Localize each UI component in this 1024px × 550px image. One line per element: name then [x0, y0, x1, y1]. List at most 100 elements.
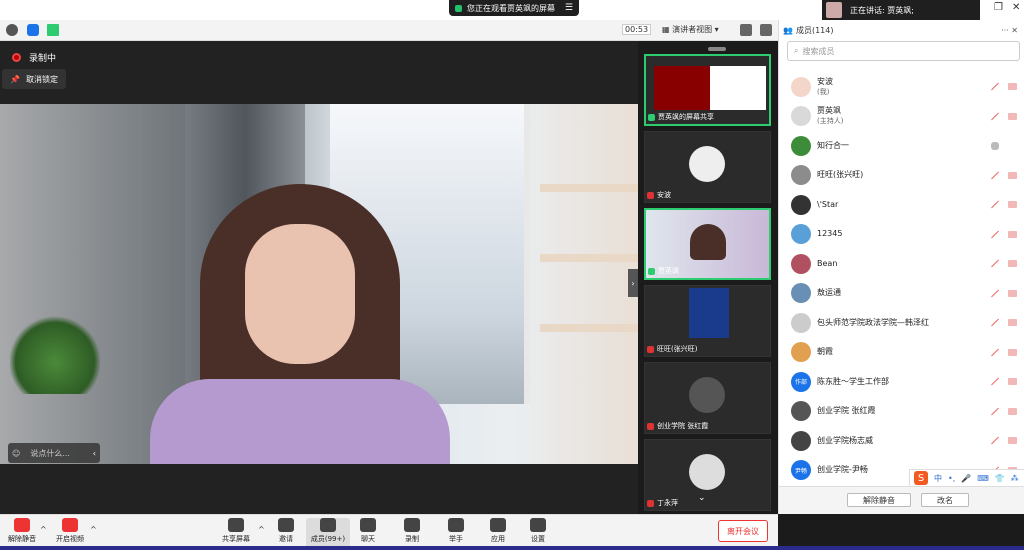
mic-muted-icon[interactable] — [991, 378, 999, 386]
chat-label: 聊天 — [361, 535, 375, 543]
mic-muted-icon[interactable] — [991, 408, 999, 416]
member-row[interactable]: 安波 (我) — [779, 72, 1024, 102]
member-row[interactable]: 知行合一 — [779, 131, 1024, 161]
signal-icon[interactable] — [47, 24, 59, 36]
raise-button[interactable]: 举手 — [434, 518, 478, 548]
member-row[interactable]: Bean — [779, 249, 1024, 279]
ime-chinese[interactable]: 中 — [934, 473, 942, 484]
record-button[interactable]: 录制 — [390, 518, 434, 548]
shirt-icon[interactable]: 👕 — [995, 474, 1005, 483]
chevron-left-icon[interactable]: ‹ — [93, 449, 96, 458]
emoji-icon[interactable]: ☺ — [12, 449, 20, 458]
member-text: 贾英飒 (主持人) — [817, 106, 843, 126]
apps-button[interactable]: 应用 — [476, 518, 520, 548]
rename-button[interactable]: 改名 — [921, 493, 969, 507]
camera-off-icon[interactable] — [1008, 260, 1017, 267]
collapse-gallery-button[interactable]: › — [628, 269, 638, 297]
apps-label: 应用 — [491, 535, 505, 543]
camera-off-icon[interactable] — [1008, 407, 1017, 415]
members-button[interactable]: 成员(99+) — [306, 518, 350, 548]
camera-off-icon[interactable] — [1008, 201, 1017, 208]
avatar — [791, 430, 811, 451]
info-icon[interactable] — [6, 24, 18, 36]
record-icon — [404, 518, 420, 532]
camera-off-icon[interactable] — [1008, 289, 1017, 297]
chat-placeholder: 说点什么... — [30, 448, 70, 458]
microphone-icon[interactable]: 🎤 — [961, 474, 971, 483]
chat-button[interactable]: 聊天 — [346, 518, 390, 548]
layout-icon[interactable] — [760, 24, 772, 36]
member-row[interactable]: 旺旺(张兴旺) — [779, 161, 1024, 191]
gallery-tile[interactable]: 贾英飒 — [644, 208, 771, 280]
gallery-tile[interactable]: 贾英飒的屏幕共享 — [644, 54, 771, 126]
taskbar-strip — [0, 546, 1024, 550]
member-name: 旺旺(张兴旺) — [817, 170, 864, 180]
mic-muted-icon — [647, 422, 654, 430]
close-window-icon[interactable]: ✕ — [1012, 2, 1020, 13]
camera-off-icon[interactable] — [1008, 437, 1017, 444]
unmute-button[interactable]: 解除静音 — [0, 518, 44, 548]
camera-off-icon[interactable] — [1008, 319, 1017, 326]
unmute-all-button[interactable]: 解除静音 — [847, 493, 911, 507]
chevron-down-icon[interactable]: ⌄ — [698, 493, 706, 503]
camera-off-icon[interactable] — [1008, 112, 1017, 120]
member-row[interactable]: 作部 陈东胜～学生工作部 — [779, 367, 1024, 397]
keyboard-icon[interactable]: ⌨ — [977, 474, 989, 483]
gallery-scroll-indicator[interactable] — [708, 47, 726, 51]
camera-off-icon[interactable] — [1008, 171, 1017, 179]
mic-muted-icon[interactable] — [991, 231, 999, 239]
member-row[interactable]: 包头师范学院政法学院—韩泽红 — [779, 308, 1024, 338]
mic-muted-icon[interactable] — [991, 201, 999, 209]
mic-muted-icon[interactable] — [991, 349, 999, 357]
member-row[interactable]: 创业学院杨志威 — [779, 426, 1024, 456]
camera-off-icon[interactable] — [1008, 83, 1017, 90]
gallery-tile[interactable]: 安波 — [644, 131, 771, 203]
members-list: 安波 (我) 贾英飒 (主持人) 知行合一旺旺(张兴旺) \'Star 12345 Bean 敖… — [779, 72, 1024, 515]
gallery-tile[interactable]: 丁永萍 — [644, 439, 771, 511]
microphone-icon[interactable] — [991, 142, 999, 150]
shelf — [540, 254, 638, 262]
mic-muted-icon[interactable] — [991, 260, 999, 268]
gallery-tile[interactable]: 创业学院 张红霞 — [644, 362, 771, 434]
shield-icon[interactable] — [27, 24, 39, 36]
member-row[interactable]: 朝霞 — [779, 338, 1024, 368]
camera-off-icon[interactable] — [1008, 378, 1017, 385]
members-footer: S 中 •, 🎤 ⌨ 👕 ⁂ 解除静音 改名 — [779, 469, 1024, 514]
chat-input[interactable]: ☺ 说点什么... ‹ — [8, 443, 100, 463]
settings-button[interactable]: 设置 — [516, 518, 560, 548]
restore-window-icon[interactable]: ❐ — [994, 2, 1003, 13]
ime-punct[interactable]: •, — [948, 474, 955, 483]
mic-muted-icon[interactable] — [991, 83, 999, 91]
member-row[interactable]: 创业学院 张红霞 — [779, 397, 1024, 427]
member-text: 陈东胜～学生工作部 — [817, 377, 889, 387]
mic-muted-icon[interactable] — [991, 290, 999, 298]
mic-muted-icon[interactable] — [991, 172, 999, 180]
member-row[interactable]: \'Star — [779, 190, 1024, 220]
member-name: 安波 — [817, 76, 833, 86]
unpin-button[interactable]: 📌 取消锁定 — [2, 69, 66, 89]
camera-off-icon[interactable] — [1008, 348, 1017, 356]
mic-muted-icon[interactable] — [991, 113, 999, 121]
more-options-icon[interactable]: ··· ✕ — [1001, 26, 1018, 35]
leave-meeting-button[interactable]: 离开会议 — [718, 520, 768, 542]
fullscreen-icon[interactable] — [740, 24, 752, 36]
share-button[interactable]: 共享屏幕 — [214, 518, 258, 548]
avatar — [791, 165, 811, 186]
search-input[interactable]: ⌕ 搜索成员 — [787, 41, 1020, 61]
mic-muted-icon[interactable] — [991, 437, 999, 445]
video-button[interactable]: 开启视频 — [48, 518, 92, 548]
invite-button[interactable]: 邀请 — [264, 518, 308, 548]
member-row[interactable]: 贾英飒 (主持人) — [779, 102, 1024, 132]
screen-thumbnail — [654, 66, 710, 110]
gallery-tile[interactable]: 旺旺(张兴旺) — [644, 285, 771, 357]
menu-icon[interactable]: ☰ — [565, 3, 573, 13]
member-row[interactable]: 敖运通 — [779, 279, 1024, 309]
sogou-icon[interactable]: S — [914, 471, 928, 485]
grid-icon[interactable]: ⁂ — [1011, 474, 1019, 483]
camera-off-icon[interactable] — [1008, 230, 1017, 238]
view-selector[interactable]: ▦ 演讲者视图 ▾ — [662, 24, 719, 35]
plant — [10, 314, 100, 394]
member-row[interactable]: 12345 — [779, 220, 1024, 250]
member-name: 创业学院-尹畅 — [817, 465, 868, 475]
mic-muted-icon[interactable] — [991, 319, 999, 327]
